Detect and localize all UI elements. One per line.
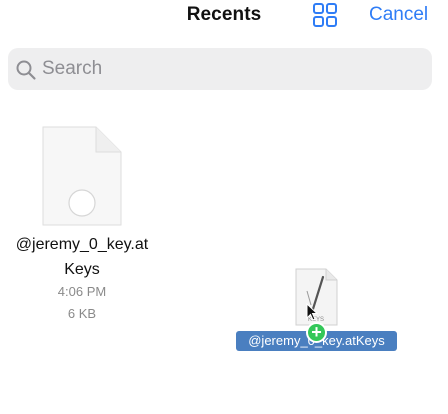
file-size: 6 KB (67, 306, 97, 321)
file-name: @jeremy_0_key.atKeys (15, 236, 149, 278)
add-badge-icon: + (306, 322, 327, 343)
mouse-cursor-icon (306, 303, 318, 321)
search-bar[interactable] (8, 48, 432, 90)
document-icon[interactable] (42, 126, 122, 226)
search-icon (16, 60, 36, 80)
search-input[interactable] (42, 48, 412, 90)
grid-view-icon[interactable] (312, 2, 338, 28)
file-modified-time: 4:06 PM (57, 284, 107, 299)
cancel-button[interactable]: Cancel (369, 4, 428, 26)
